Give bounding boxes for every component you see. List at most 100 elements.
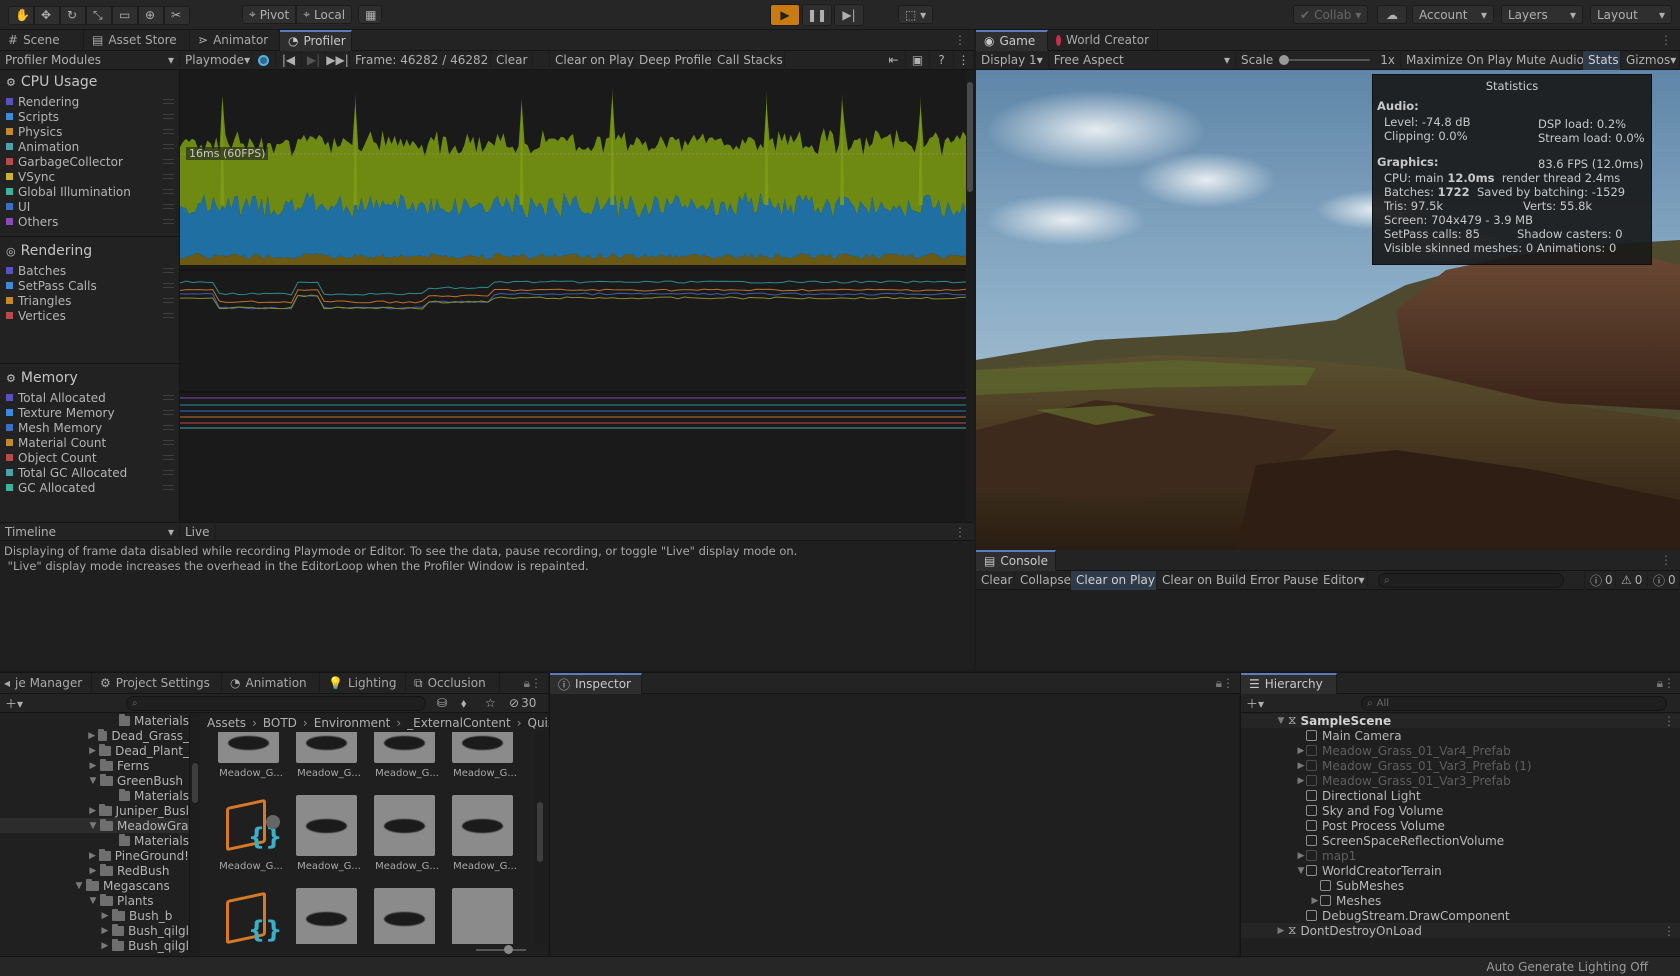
scene-row[interactable]: ▼ ⧖ SampleScene ⋮	[1241, 713, 1680, 728]
breadcrumb-item[interactable]: Environment	[314, 716, 391, 730]
folder-item[interactable]: Materials	[0, 713, 189, 728]
tab-inspector[interactable]: ⓘ Inspector	[550, 672, 642, 694]
legend-item[interactable]: Batches	[0, 263, 179, 278]
legend-item[interactable]: Others	[0, 214, 179, 229]
memory-header[interactable]: ⚙ Memory	[0, 368, 179, 388]
tab-animator[interactable]: ⋗ Animator	[190, 29, 280, 51]
drag-handle-icon[interactable]	[163, 298, 174, 303]
lighting-status[interactable]: Auto Generate Lighting Off	[1486, 960, 1648, 974]
hierarchy-item[interactable]: SubMeshes	[1241, 878, 1680, 893]
chevron-right-icon[interactable]: ▶	[88, 806, 97, 816]
settings-icon[interactable]: ⋮	[954, 50, 974, 70]
scale-slider[interactable]	[1279, 55, 1371, 65]
asset-item[interactable]: Meadow_G...	[218, 732, 284, 779]
chevron-right-icon[interactable]: ▶	[88, 866, 98, 876]
drag-handle-icon[interactable]	[163, 219, 174, 224]
scale-tool-icon[interactable]: ⤡	[86, 5, 112, 25]
playmode-dropdown[interactable]: Playmode ▾	[180, 50, 252, 70]
legend-item[interactable]: Mesh Memory	[0, 420, 179, 435]
folder-item[interactable]: ▶ Bush_qilgl	[0, 923, 189, 938]
help-icon[interactable]: ?	[930, 50, 954, 70]
scrollbar-thumb[interactable]	[192, 763, 198, 803]
hierarchy-search-input[interactable]: ⌕ All	[1361, 695, 1667, 711]
hierarchy-item[interactable]: ▶ Meshes	[1241, 893, 1680, 908]
drag-handle-icon[interactable]	[163, 425, 174, 430]
hand-tool-icon[interactable]: ✋	[8, 5, 34, 25]
legend-item[interactable]: Global Illumination	[0, 184, 179, 199]
legend-item[interactable]: Vertices	[0, 308, 179, 323]
chevron-down-icon[interactable]: ▼	[1276, 716, 1286, 726]
hierarchy-item[interactable]: ▶ Meadow_Grass_01_Var4_Prefab	[1241, 743, 1680, 758]
legend-item[interactable]: Texture Memory	[0, 405, 179, 420]
game-viewport[interactable]: Statistics Audio: Level: -74.8 dB DSP lo…	[976, 70, 1680, 549]
lock-icon[interactable]: 🔒︎⋮	[1216, 676, 1234, 691]
profiler-modules-dropdown[interactable]: Profiler Modules ▾	[0, 50, 180, 70]
tab-animation[interactable]: ◔ Animation	[222, 672, 320, 694]
console-clear-button[interactable]: Clear	[976, 570, 1015, 590]
move-tool-icon[interactable]: ✥	[34, 5, 60, 25]
chevron-right-icon[interactable]: ▶	[88, 761, 98, 771]
chevron-right-icon[interactable]: ▶	[1310, 896, 1320, 906]
hierarchy-item[interactable]: ▼ WorldCreatorTerrain	[1241, 863, 1680, 878]
folder-item[interactable]: ▶ Dead_Plant_	[0, 743, 189, 758]
scale-slider-thumb[interactable]	[1279, 55, 1290, 65]
display-dropdown[interactable]: Display 1 ▾	[976, 50, 1049, 70]
scene-menu-icon[interactable]: ⋮	[1663, 924, 1675, 938]
rotate-tool-icon[interactable]: ↻	[60, 5, 86, 25]
folder-item[interactable]: ▶ Juniper_Busl	[0, 803, 189, 818]
gizmos-dropdown[interactable]: Gizmos ▾	[1621, 50, 1680, 70]
load-icon[interactable]: ⇤	[882, 50, 906, 70]
hierarchy-item[interactable]: DebugStream.DrawComponent	[1241, 908, 1680, 923]
chevron-down-icon[interactable]: ▼	[74, 881, 84, 891]
step-button[interactable]: ▶|	[834, 4, 864, 26]
scene-menu-icon[interactable]: ⋮	[1663, 714, 1675, 728]
icon-size-slider[interactable]	[476, 945, 526, 954]
timeline-dropdown[interactable]: Timeline ▾	[0, 522, 180, 541]
slider-thumb[interactable]	[504, 945, 513, 954]
console-search-input[interactable]: ⌕	[1378, 572, 1564, 588]
asset-item[interactable]	[374, 888, 435, 944]
chevron-right-icon[interactable]: ▶	[88, 851, 97, 861]
asset-item[interactable]: {}	[218, 888, 282, 944]
chevron-right-icon[interactable]: ▶	[100, 941, 110, 951]
tab-game[interactable]: ◉ Game	[976, 29, 1048, 51]
grid-snap-icon[interactable]: ▦	[358, 5, 383, 24]
scrollbar-thumb[interactable]	[537, 802, 543, 862]
legend-item[interactable]: SetPass Calls	[0, 278, 179, 293]
legend-item[interactable]: Animation	[0, 139, 179, 154]
drag-handle-icon[interactable]	[163, 455, 174, 460]
dont-destroy-row[interactable]: ▶ ⧖ DontDestroyOnLoad ⋮	[1241, 923, 1680, 938]
drag-handle-icon[interactable]	[163, 313, 174, 318]
local-toggle[interactable]: ⌖ Local	[296, 5, 353, 24]
drag-handle-icon[interactable]	[163, 159, 174, 164]
hierarchy-create-dropdown[interactable]: ＋▾	[1241, 694, 1275, 713]
chevron-right-icon[interactable]: ▶	[88, 731, 96, 741]
error-pause-toggle[interactable]: Error Pause	[1245, 570, 1318, 590]
asset-grid-scrollbar[interactable]	[535, 732, 545, 944]
breadcrumb-item[interactable]: Assets	[207, 716, 246, 730]
legend-item[interactable]: Object Count	[0, 450, 179, 465]
folder-item[interactable]: ▶ Bush_qilgl	[0, 938, 189, 953]
breadcrumb-item[interactable]: BOTD	[263, 716, 297, 730]
legend-item[interactable]: UI	[0, 199, 179, 214]
folder-item[interactable]: ▼ GreenBush	[0, 773, 189, 788]
scrollbar-thumb[interactable]	[967, 82, 973, 192]
asset-item[interactable]: Meadow_G...	[452, 795, 518, 872]
rect-tool-icon[interactable]: ▭	[112, 5, 138, 25]
asset-item[interactable]: Meadow_G...	[452, 732, 518, 779]
more-menu-icon[interactable]: ⋮	[1660, 33, 1672, 47]
stats-toggle[interactable]: Stats	[1583, 50, 1621, 70]
chevron-down-icon[interactable]: ▼	[1296, 866, 1306, 876]
lock-icon[interactable]: 🔒︎⋮	[1657, 676, 1675, 691]
profiler-charts[interactable]: 16ms (60FPS)	[179, 70, 967, 522]
account-dropdown[interactable]: Account ▾	[1412, 5, 1494, 24]
tab-scene[interactable]: # Scene	[0, 29, 84, 51]
legend-item[interactable]: Material Count	[0, 435, 179, 450]
asset-item[interactable]: Meadow_G...	[374, 732, 440, 779]
breadcrumb-item[interactable]: _ExternalContent	[407, 716, 511, 730]
maximize-on-play-toggle[interactable]: Maximize On Play	[1401, 50, 1513, 70]
details-menu-icon[interactable]: ⋮	[954, 525, 966, 539]
play-button[interactable]: ▶	[770, 4, 800, 26]
drag-handle-icon[interactable]	[163, 189, 174, 194]
error-filter-toggle[interactable]: ⓘ 0	[1648, 570, 1680, 590]
